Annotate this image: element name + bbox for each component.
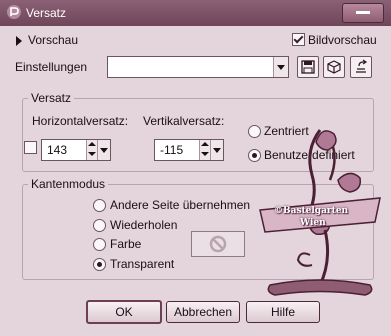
save-preset-button[interactable] [297,56,319,78]
horizontal-offset-spinner[interactable]: 143 [41,139,111,161]
chevron-down-icon[interactable] [273,57,288,77]
dialog-window: Versatz Vorschau Bildvorschau Einstellun… [0,0,391,336]
image-preview-label[interactable]: Bildvorschau [308,33,377,47]
app-icon [7,5,21,19]
spin-down-icon[interactable] [201,152,209,156]
edge-option-radio[interactable] [93,199,106,212]
disabled-icon [209,235,227,253]
spin-up-icon[interactable] [201,142,209,146]
spin-arrows[interactable] [86,140,97,160]
horizontal-offset-label: Horizontalversatz: [32,114,129,128]
spin-arrows[interactable] [199,140,210,160]
cube-icon [327,60,341,74]
image-preview-checkbox[interactable] [292,33,305,46]
expand-preview-icon[interactable] [16,36,22,46]
settings-label: Einstellungen [15,60,88,74]
minimize-button[interactable] [342,3,384,23]
edge-option-label[interactable]: Farbe [110,237,141,251]
cancel-button[interactable]: Abbrechen [166,301,240,323]
save-icon [301,60,315,74]
spin-up-icon[interactable] [88,142,96,146]
reset-preset-button[interactable] [350,56,372,78]
color-swatch[interactable] [191,231,245,257]
reset-icon [356,59,368,73]
vertical-offset-value[interactable]: -115 [160,143,183,157]
watermark-text-2: Wien [300,218,326,228]
vertical-offset-spinner[interactable]: -115 [154,139,224,161]
settings-dropdown[interactable] [107,56,289,78]
chevron-down-icon[interactable] [97,140,110,160]
preview-label[interactable]: Vorschau [28,33,78,47]
edge-mode-group-title: Kantenmodus [28,177,109,191]
vertical-offset-label: Vertikalversatz: [143,114,225,128]
link-offset-checkbox[interactable] [24,141,37,154]
edge-option-label[interactable]: Wiederholen [110,218,177,232]
chevron-down-icon[interactable] [210,140,223,160]
watermark-text-1: ©Bastelgarten [274,206,349,216]
horizontal-offset-value[interactable]: 143 [47,143,67,157]
help-button[interactable]: Hilfe [246,301,320,323]
ok-button[interactable]: OK [86,300,162,324]
edge-option-label[interactable]: Transparent [110,257,174,271]
window-title: Versatz [26,6,67,20]
edge-option-radio[interactable] [93,219,106,232]
title-bar[interactable]: Versatz [0,0,391,26]
edge-option-radio[interactable] [93,258,106,271]
edge-option-label[interactable]: Andere Seite übernehmen [110,198,250,212]
edge-option-radio[interactable] [93,238,106,251]
load-preset-button[interactable] [323,56,345,78]
offset-group-title: Versatz [28,91,75,105]
spin-down-icon[interactable] [88,152,96,156]
